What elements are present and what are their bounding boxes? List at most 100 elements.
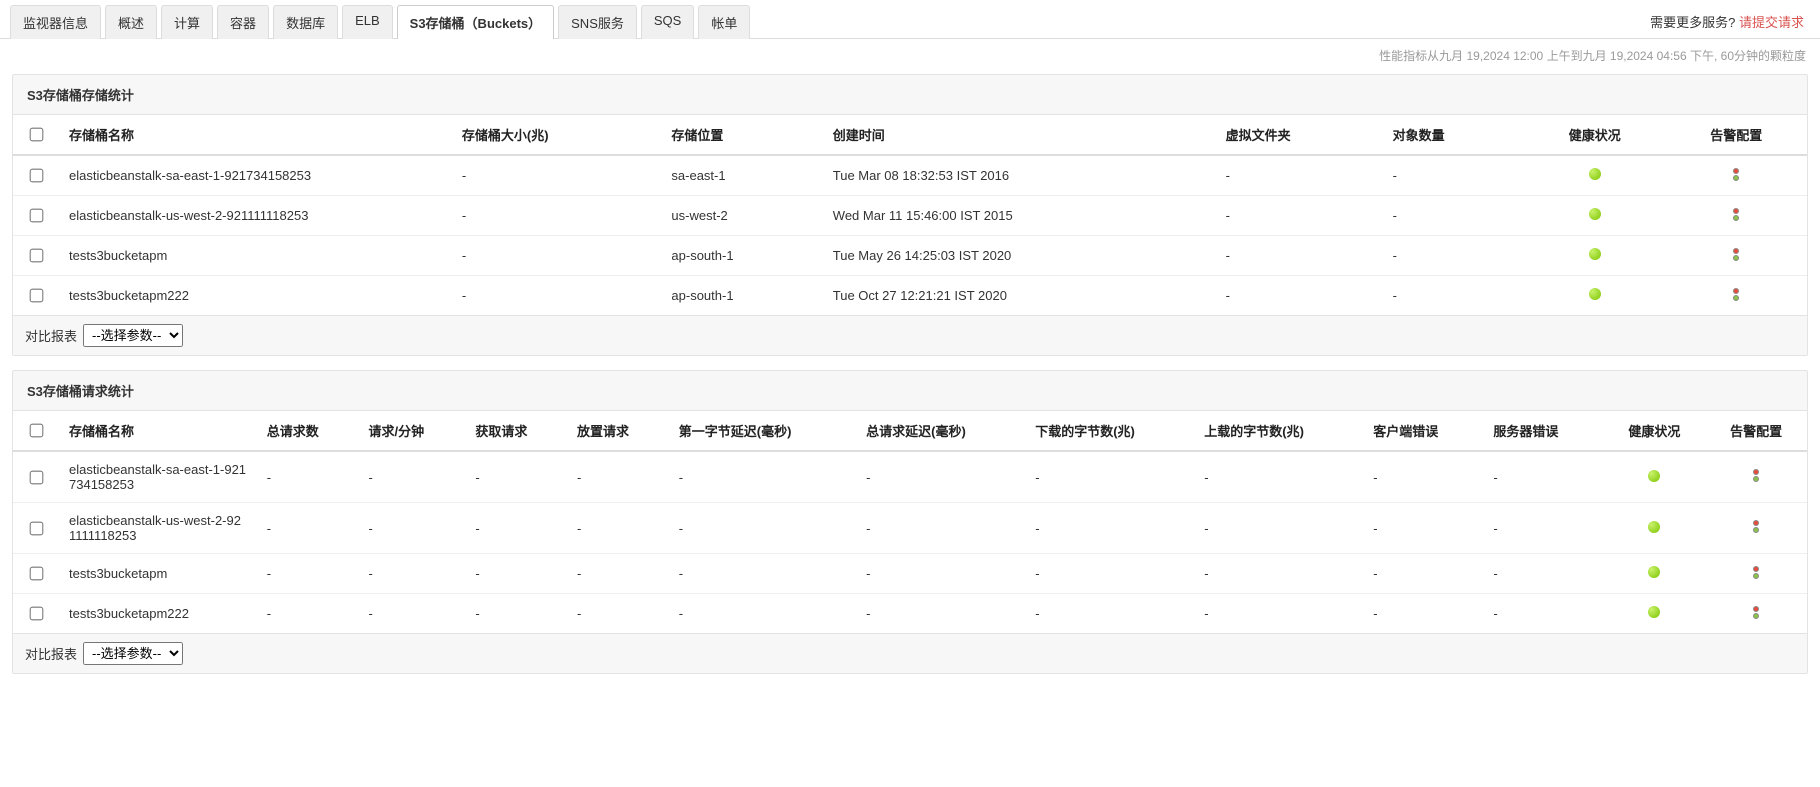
metric-4: - — [669, 554, 856, 594]
alarm-cell[interactable] — [1705, 594, 1807, 634]
request-col-3: 获取请求 — [465, 411, 567, 451]
request-panel-footer: 对比报表 --选择参数-- — [13, 633, 1807, 673]
tab-2[interactable]: 计算 — [161, 5, 213, 39]
metric-6: - — [1025, 503, 1194, 554]
storage-col-7: 告警配置 — [1665, 115, 1807, 155]
alarm-cell[interactable] — [1705, 554, 1807, 594]
row-checkbox[interactable] — [30, 607, 44, 621]
row-checkbox[interactable] — [30, 289, 44, 303]
select-all-header[interactable] — [13, 115, 59, 155]
metric-1: - — [358, 554, 465, 594]
tab-3[interactable]: 容器 — [217, 5, 269, 39]
storage-panel-title: S3存储桶存储统计 — [13, 75, 1807, 115]
compare-report-label: 对比报表 — [25, 326, 77, 345]
more-services: 需要更多服务? 请提交请求 — [1650, 12, 1810, 31]
bucket-vfolder: - — [1216, 155, 1383, 196]
request-compare-select[interactable]: --选择参数-- — [83, 642, 183, 665]
row-select-cell[interactable] — [13, 276, 59, 316]
alarm-cell[interactable] — [1705, 503, 1807, 554]
request-col-12: 告警配置 — [1705, 411, 1807, 451]
traffic-light-icon — [1749, 565, 1763, 580]
storage-compare-select[interactable]: --选择参数-- — [83, 324, 183, 347]
metric-2: - — [465, 503, 567, 554]
tab-1[interactable]: 概述 — [105, 5, 157, 39]
table-row: tests3bucketapm---------- — [13, 554, 1807, 594]
tab-6[interactable]: S3存储桶（Buckets） — [397, 5, 554, 39]
row-checkbox[interactable] — [30, 470, 44, 484]
time-range-label: 性能指标从九月 19,2024 12:00 上午到九月 19,2024 04:5… — [0, 39, 1820, 68]
alarm-cell[interactable] — [1665, 155, 1807, 196]
request-col-8: 上载的字节数(兆) — [1194, 411, 1363, 451]
storage-panel-footer: 对比报表 --选择参数-- — [13, 315, 1807, 355]
table-row: elasticbeanstalk-sa-east-1-921734158253-… — [13, 155, 1807, 196]
bucket-name: elasticbeanstalk-us-west-2-921111118253 — [59, 196, 452, 236]
storage-col-2: 存储位置 — [661, 115, 822, 155]
request-col-11: 健康状况 — [1603, 411, 1705, 451]
row-select-cell[interactable] — [13, 554, 59, 594]
health-cell — [1603, 503, 1705, 554]
bucket-vfolder: - — [1216, 236, 1383, 276]
metric-2: - — [465, 451, 567, 503]
bucket-location: ap-south-1 — [661, 276, 822, 316]
request-col-6: 总请求延迟(毫秒) — [856, 411, 1025, 451]
row-checkbox[interactable] — [30, 209, 44, 223]
storage-stats-panel: S3存储桶存储统计 存储桶名称存储桶大小(兆)存储位置创建时间虚拟文件夹对象数量… — [12, 74, 1808, 356]
row-select-cell[interactable] — [13, 594, 59, 634]
row-select-cell[interactable] — [13, 236, 59, 276]
traffic-light-icon — [1729, 207, 1743, 222]
alarm-cell[interactable] — [1705, 451, 1807, 503]
bucket-objects: - — [1383, 196, 1524, 236]
alarm-cell[interactable] — [1665, 196, 1807, 236]
storage-col-6: 健康状况 — [1524, 115, 1665, 155]
metric-9: - — [1483, 594, 1603, 634]
row-checkbox[interactable] — [30, 567, 44, 581]
bucket-ctime: Wed Mar 11 15:46:00 IST 2015 — [823, 196, 1216, 236]
row-checkbox[interactable] — [30, 249, 44, 263]
bucket-size: - — [452, 276, 662, 316]
bucket-vfolder: - — [1216, 196, 1383, 236]
bucket-name: elasticbeanstalk-sa-east-1-921734158253 — [59, 451, 257, 503]
tab-4[interactable]: 数据库 — [273, 5, 338, 39]
health-cell — [1524, 155, 1665, 196]
tab-0[interactable]: 监视器信息 — [10, 5, 101, 39]
row-select-cell[interactable] — [13, 155, 59, 196]
health-cell — [1524, 196, 1665, 236]
tab-9[interactable]: 帐单 — [698, 5, 750, 39]
submit-request-link[interactable]: 请提交请求 — [1739, 15, 1804, 30]
metric-0: - — [257, 554, 359, 594]
select-all-checkbox[interactable] — [30, 128, 44, 142]
metric-1: - — [358, 594, 465, 634]
metric-3: - — [567, 451, 669, 503]
row-select-cell[interactable] — [13, 503, 59, 554]
alarm-cell[interactable] — [1665, 276, 1807, 316]
metric-8: - — [1363, 554, 1483, 594]
traffic-light-icon — [1729, 247, 1743, 262]
metric-1: - — [358, 451, 465, 503]
tab-8[interactable]: SQS — [641, 5, 694, 39]
bucket-vfolder: - — [1216, 276, 1383, 316]
health-ok-icon — [1589, 288, 1601, 300]
metric-3: - — [567, 554, 669, 594]
alarm-cell[interactable] — [1665, 236, 1807, 276]
bucket-name: tests3bucketapm — [59, 554, 257, 594]
health-ok-icon — [1648, 606, 1660, 618]
tab-7[interactable]: SNS服务 — [558, 5, 637, 39]
bucket-name: tests3bucketapm — [59, 236, 452, 276]
row-select-cell[interactable] — [13, 451, 59, 503]
health-ok-icon — [1589, 168, 1601, 180]
row-checkbox[interactable] — [30, 169, 44, 183]
metric-5: - — [856, 503, 1025, 554]
select-all-header[interactable] — [13, 411, 59, 451]
metric-5: - — [856, 594, 1025, 634]
row-checkbox[interactable] — [30, 521, 44, 535]
tab-5[interactable]: ELB — [342, 5, 393, 39]
metric-6: - — [1025, 451, 1194, 503]
bucket-location: sa-east-1 — [661, 155, 822, 196]
health-ok-icon — [1648, 521, 1660, 533]
row-select-cell[interactable] — [13, 196, 59, 236]
select-all-checkbox[interactable] — [30, 424, 44, 438]
bucket-location: ap-south-1 — [661, 236, 822, 276]
table-row: tests3bucketapm222-ap-south-1Tue Oct 27 … — [13, 276, 1807, 316]
request-col-5: 第一字节延迟(毫秒) — [669, 411, 856, 451]
storage-table: 存储桶名称存储桶大小(兆)存储位置创建时间虚拟文件夹对象数量健康状况告警配置 e… — [13, 115, 1807, 315]
